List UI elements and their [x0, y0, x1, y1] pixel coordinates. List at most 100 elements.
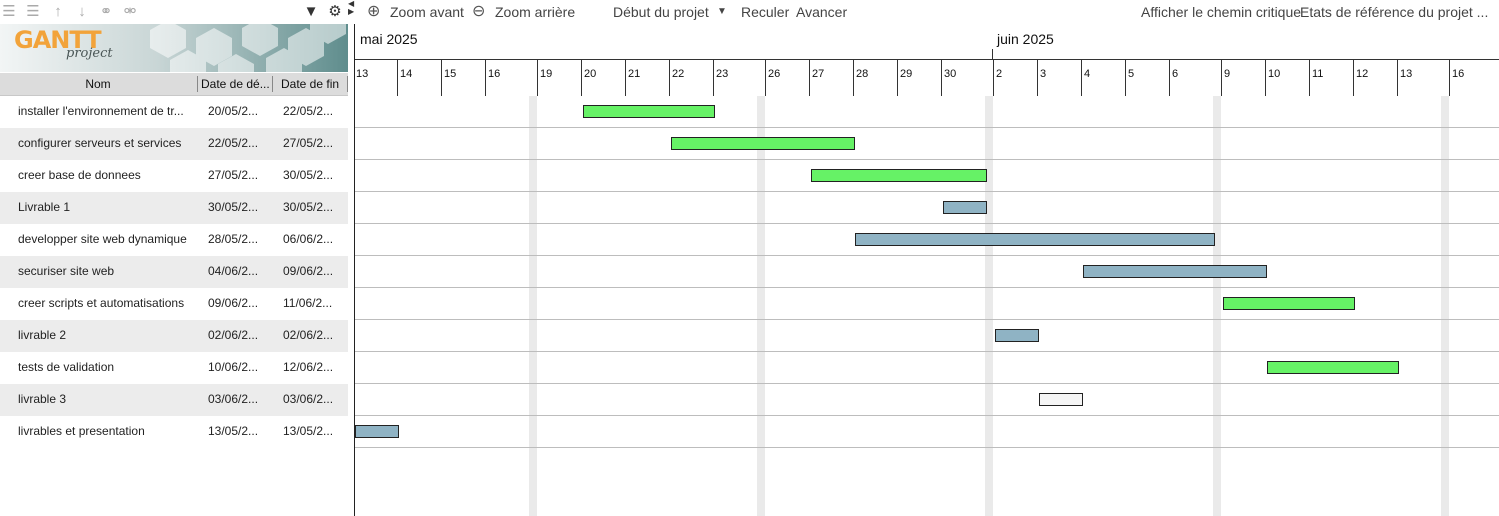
row-separator: [355, 255, 1499, 256]
back-button[interactable]: Reculer: [741, 0, 789, 24]
day-label: 11: [1312, 68, 1324, 80]
day-tick: [441, 60, 442, 96]
day-label: 16: [1452, 68, 1465, 80]
indent-icon[interactable]: ☰: [24, 3, 42, 21]
task-table-toolbar: ☰ ☰ ↑ ↓ ⚭ ⚮ ▼ ⚙: [0, 0, 348, 24]
day-label: 28: [856, 68, 869, 80]
cell-end: 30/05/2...: [283, 168, 334, 182]
day-label: 22: [672, 68, 685, 80]
day-tick: [809, 60, 810, 96]
day-label: 13: [356, 68, 369, 80]
day-tick: [397, 60, 398, 96]
gear-icon[interactable]: ⚙: [326, 3, 344, 21]
cell-end: 03/06/2...: [283, 392, 334, 406]
task-bar[interactable]: [583, 105, 715, 118]
cell-end: 09/06/2...: [283, 264, 334, 278]
row-separator: [355, 159, 1499, 160]
day-tick: [1125, 60, 1126, 96]
day-tick: [669, 60, 670, 96]
day-label: 21: [628, 68, 641, 80]
chart-toolbar: ⊕ Zoom avant ⊖ Zoom arrière Début du pro…: [355, 0, 1499, 24]
cell-name: developper site web dynamique: [18, 232, 187, 246]
day-tick: [993, 60, 994, 96]
month-divider-line: [355, 59, 1499, 60]
cell-name: Livrable 1: [18, 200, 71, 214]
day-tick: [1309, 60, 1310, 96]
task-bar[interactable]: [995, 329, 1039, 342]
row-separator: [355, 319, 1499, 320]
row-separator: [355, 127, 1499, 128]
forward-button[interactable]: Avancer: [796, 0, 847, 24]
day-label: 10: [1268, 68, 1281, 80]
zoom-out-icon[interactable]: ⊖: [472, 0, 485, 24]
day-label: 5: [1128, 68, 1135, 80]
table-row[interactable]: livrable 2 02/06/2... 02/06/2...: [0, 320, 348, 352]
project-start-button[interactable]: Début du projet: [613, 0, 709, 24]
task-bar[interactable]: [1267, 361, 1399, 374]
gantt-chart-area[interactable]: [355, 96, 1499, 516]
table-row[interactable]: creer scripts et automatisations 09/06/2.…: [0, 288, 348, 320]
row-separator: [355, 287, 1499, 288]
day-tick: [537, 60, 538, 96]
filter-icon[interactable]: ▼: [302, 3, 320, 21]
day-tick: [941, 60, 942, 96]
cell-start: 03/06/2...: [208, 392, 259, 406]
day-label: 26: [768, 68, 781, 80]
month-tick: [992, 49, 993, 59]
task-bar[interactable]: [1223, 297, 1355, 310]
day-tick: [1353, 60, 1354, 96]
cell-end: 12/06/2...: [283, 360, 334, 374]
task-bar[interactable]: [671, 137, 855, 150]
column-header-name[interactable]: Nom: [0, 73, 196, 95]
table-row[interactable]: developper site web dynamique 28/05/2... 0…: [0, 224, 348, 256]
task-bar[interactable]: [1083, 265, 1267, 278]
task-bar[interactable]: [1039, 393, 1083, 406]
cell-name: creer base de donnees: [18, 168, 141, 182]
column-separator[interactable]: [197, 76, 198, 92]
cell-name: livrable 3: [18, 392, 67, 406]
task-bar[interactable]: [943, 201, 987, 214]
day-tick: [485, 60, 486, 96]
link-icon[interactable]: ⚭: [97, 3, 115, 21]
table-row[interactable]: livrable 3 03/06/2... 03/06/2...: [0, 384, 348, 416]
unindent-icon[interactable]: ☰: [0, 3, 18, 21]
cell-start: 02/06/2...: [208, 328, 259, 342]
chevron-down-icon[interactable]: ▼: [717, 0, 727, 24]
table-row[interactable]: installer l'environnement de tr... 20/05/…: [0, 96, 348, 128]
move-down-icon[interactable]: ↓: [73, 3, 91, 21]
cell-end: 11/06/2...: [283, 296, 333, 310]
zoom-in-button[interactable]: Zoom avant: [390, 0, 464, 24]
critical-path-button[interactable]: Afficher le chemin critique: [1141, 0, 1301, 24]
table-row[interactable]: securiser site web 04/06/2... 09/06/2...: [0, 256, 348, 288]
column-header-start[interactable]: Date de dé...: [201, 73, 271, 95]
table-row[interactable]: Livrable 1 30/05/2... 30/05/2...: [0, 192, 348, 224]
table-row[interactable]: creer base de donnees 27/05/2... 30/05/2..…: [0, 160, 348, 192]
cell-name: configurer serveurs et services: [18, 136, 182, 150]
task-bar[interactable]: [855, 233, 1215, 246]
move-up-icon[interactable]: ↑: [49, 3, 67, 21]
row-separator: [355, 383, 1499, 384]
cell-end: 13/05/2...: [283, 424, 334, 438]
table-row[interactable]: livrables et presentation 13/05/2... 13/05…: [0, 416, 348, 448]
column-header-end[interactable]: Date de fin: [281, 73, 347, 95]
row-separator: [355, 415, 1499, 416]
unlink-icon[interactable]: ⚮: [121, 3, 139, 21]
day-label: 9: [1224, 68, 1231, 80]
row-separator: [355, 351, 1499, 352]
task-bar[interactable]: [811, 169, 987, 182]
cell-start: 20/05/2...: [208, 104, 259, 118]
day-label: 12: [1356, 68, 1369, 80]
column-separator[interactable]: [272, 76, 273, 92]
zoom-in-icon[interactable]: ⊕: [367, 0, 380, 24]
cell-end: 30/05/2...: [283, 200, 334, 214]
table-row[interactable]: tests de validation 10/06/2... 12/06/2...: [0, 352, 348, 384]
day-tick: [581, 60, 582, 96]
collapse-pane-icon[interactable]: ◀ ▶: [348, 0, 354, 24]
baselines-button[interactable]: Etats de référence du projet ...: [1300, 0, 1488, 24]
day-tick: [1265, 60, 1266, 96]
table-row[interactable]: configurer serveurs et services 22/05/2..…: [0, 128, 348, 160]
zoom-out-button[interactable]: Zoom arrière: [495, 0, 575, 24]
cell-start: 28/05/2...: [208, 232, 259, 246]
day-label: 27: [812, 68, 825, 80]
task-bar[interactable]: [355, 425, 399, 438]
